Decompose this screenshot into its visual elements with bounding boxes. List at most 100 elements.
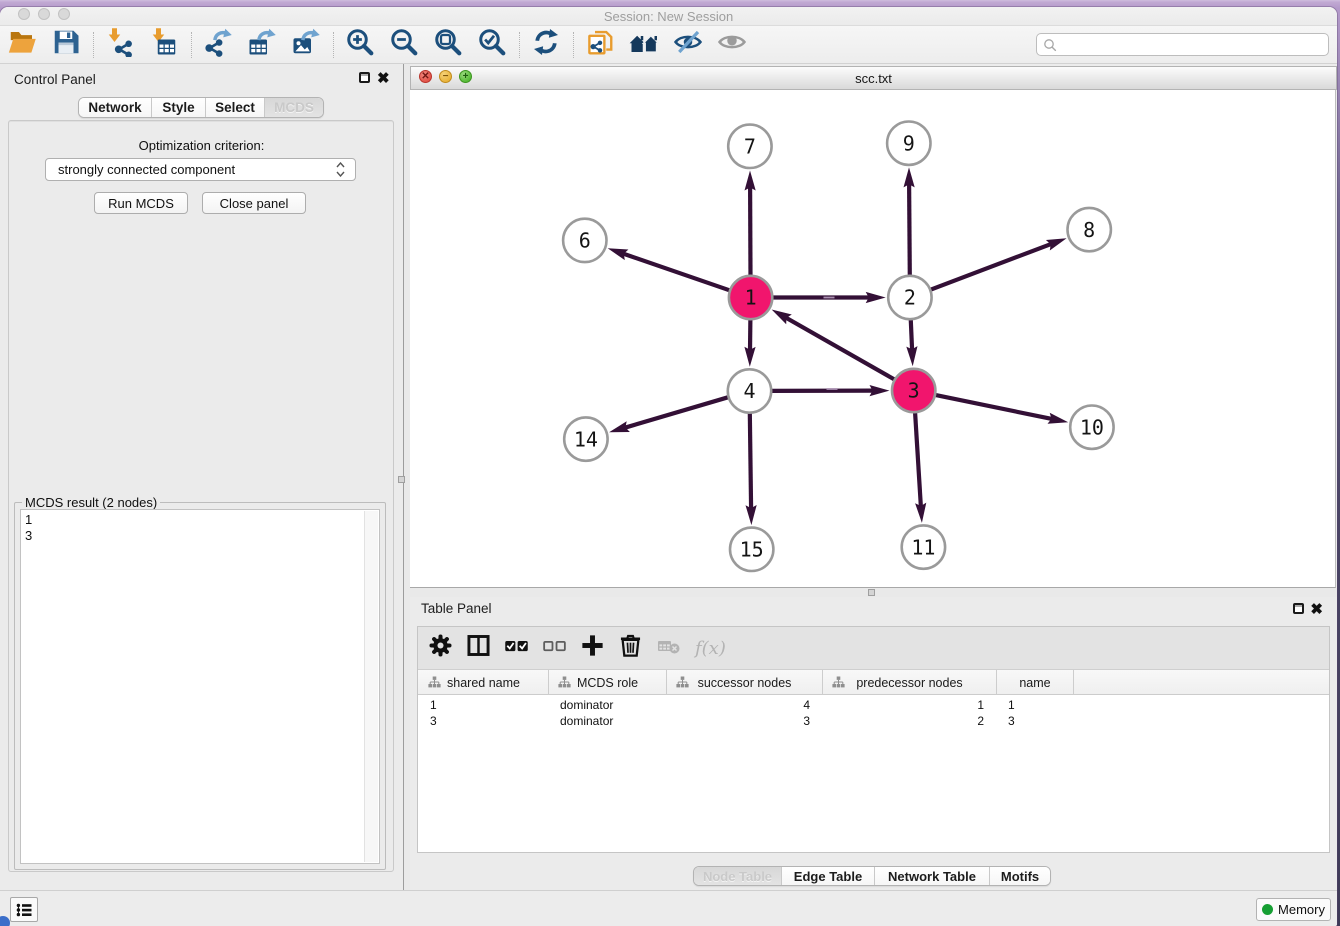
horizontal-split-divider[interactable] (410, 588, 1337, 597)
edge-4-15[interactable] (750, 412, 751, 509)
table-cell[interactable]: 2 (823, 713, 997, 729)
frame-minimize-button[interactable]: − (439, 70, 452, 83)
graph-node-2[interactable]: 2 (888, 276, 931, 319)
result-line: 3 (25, 528, 379, 544)
close-panel-button[interactable]: Close panel (202, 192, 306, 214)
table-panel: Table Panel ✖ (410, 597, 1337, 890)
export-network-button[interactable] (201, 28, 235, 62)
column-header-successor-nodes[interactable]: successor nodes (667, 670, 823, 695)
table-cell[interactable]: 3 (667, 713, 823, 729)
graph-node-14[interactable]: 14 (564, 417, 607, 460)
search-input[interactable] (1057, 34, 1328, 55)
tab-select[interactable]: Select (206, 98, 265, 117)
criterion-dropdown[interactable]: strongly connected component (45, 158, 356, 181)
frame-zoom-button[interactable]: + (459, 70, 472, 83)
table-cell[interactable]: dominator (549, 713, 667, 729)
result-scrollbar[interactable] (364, 511, 378, 862)
tab-style[interactable]: Style (152, 98, 206, 117)
column-header-MCDS-role[interactable]: MCDS role (549, 670, 667, 695)
graph-node-7[interactable]: 7 (728, 125, 771, 168)
refresh-view-button[interactable] (529, 28, 563, 62)
table-cell[interactable]: 4 (667, 697, 823, 713)
divider-handle[interactable] (868, 589, 875, 596)
table-cell[interactable]: 3 (997, 713, 1074, 729)
tab-edge-table[interactable]: Edge Table (782, 867, 875, 885)
edge-2-3[interactable] (911, 318, 912, 350)
table-cell[interactable]: dominator (549, 697, 667, 713)
edge-3-1[interactable] (786, 317, 896, 380)
graph-node-4[interactable]: 4 (728, 369, 771, 412)
network-frame-titlebar[interactable]: scc.txt (410, 66, 1337, 90)
tab-node-table[interactable]: Node Table (694, 867, 782, 885)
divider-handle[interactable] (398, 476, 405, 483)
graph-node-8[interactable]: 8 (1068, 208, 1111, 251)
window-zoom-button[interactable] (58, 8, 70, 20)
zoom-selected-button[interactable] (475, 28, 509, 62)
graph-node-3[interactable]: 3 (892, 369, 935, 412)
delete-column-button[interactable] (617, 635, 644, 662)
edge-arrowhead (745, 171, 756, 191)
mcds-result-list[interactable]: 13 (20, 509, 380, 864)
tab-network-table[interactable]: Network Table (875, 867, 990, 885)
tab-mcds[interactable]: MCDS (265, 98, 323, 117)
edge-4-14[interactable] (625, 397, 730, 428)
graph-node-15[interactable]: 15 (730, 528, 773, 571)
edge-3-10[interactable] (934, 395, 1053, 419)
fit-content-button[interactable] (431, 28, 465, 62)
gear-button[interactable] (427, 635, 454, 662)
edge-3-11[interactable] (915, 411, 921, 507)
show-all-button[interactable] (715, 28, 749, 62)
float-icon[interactable] (359, 72, 370, 83)
table-cell[interactable]: 1 (823, 697, 997, 713)
zoom-out-button[interactable] (387, 28, 421, 62)
graph-node-10[interactable]: 10 (1070, 406, 1113, 449)
table-cell[interactable]: 1 (419, 697, 549, 713)
close-icon[interactable]: ✖ (377, 73, 390, 84)
column-header-predecessor-nodes[interactable]: predecessor nodes (823, 670, 997, 695)
import-table-from-file-button[interactable] (147, 28, 181, 62)
search-box[interactable] (1036, 33, 1329, 56)
vertical-split-divider[interactable] (403, 64, 410, 890)
graph-node-1[interactable]: 1 (729, 276, 772, 319)
graph-node-11[interactable]: 11 (902, 525, 945, 568)
table-cell[interactable]: 1 (997, 697, 1074, 713)
hide-selected-button[interactable] (671, 28, 705, 62)
close-icon[interactable]: ✖ (1310, 604, 1323, 615)
column-header-name[interactable]: name (997, 670, 1074, 695)
edge-2-9[interactable] (909, 183, 910, 276)
float-icon[interactable] (1293, 603, 1304, 614)
delete-column-icon (617, 632, 644, 664)
tab-network[interactable]: Network (79, 98, 152, 117)
edge-2-8[interactable] (929, 244, 1051, 290)
delete-table-button[interactable] (655, 635, 682, 662)
duplicate-network-button[interactable] (583, 28, 617, 62)
run-mcds-button[interactable]: Run MCDS (94, 192, 188, 214)
deselect-boxes-button[interactable] (541, 635, 568, 662)
add-column-button[interactable] (579, 635, 606, 662)
zoom-in-button[interactable] (343, 28, 377, 62)
graph-node-9[interactable]: 9 (887, 122, 930, 165)
function-builder-button[interactable]: f(x) (695, 638, 726, 659)
cytopanel-toggle-button[interactable] (10, 897, 38, 922)
split-columns-button[interactable] (465, 635, 492, 662)
tab-motifs[interactable]: Motifs (990, 867, 1050, 885)
graph-node-6[interactable]: 6 (563, 219, 606, 262)
window-minimize-button[interactable] (38, 8, 50, 20)
window-close-button[interactable] (18, 8, 30, 20)
first-neighbors-button[interactable] (627, 28, 661, 62)
network-graph[interactable]: 1 2 3 4 6 7 8 9 10 11 14 15 (410, 90, 1336, 588)
delete-table-icon (657, 634, 681, 663)
open-session-button[interactable] (5, 28, 39, 62)
column-header-shared-name[interactable]: shared name (419, 670, 549, 695)
network-canvas[interactable]: 1 2 3 4 6 7 8 9 10 11 14 15 (410, 90, 1336, 588)
edge-1-6[interactable] (623, 254, 731, 291)
export-image-button[interactable] (289, 28, 323, 62)
memory-button[interactable]: Memory (1256, 898, 1331, 921)
frame-close-button[interactable]: ✕ (419, 70, 432, 83)
table-cell[interactable]: 3 (419, 713, 549, 729)
save-session-button[interactable] (49, 28, 83, 62)
import-network-from-file-button[interactable] (103, 28, 137, 62)
select-all-boxes-button[interactable] (503, 635, 530, 662)
export-table-button[interactable] (245, 28, 279, 62)
column-type-icon (428, 676, 441, 691)
